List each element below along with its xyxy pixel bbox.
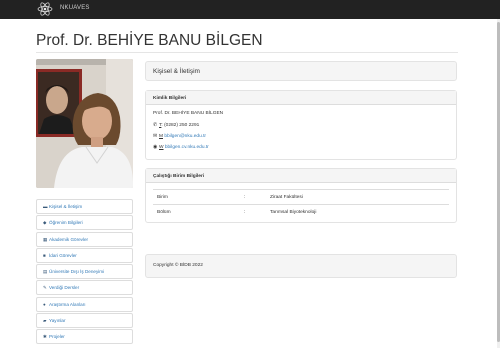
profile-photo [36,59,133,188]
web-line: ◉ W bbilgen.cv.nku.edu.tr [153,144,209,150]
web-link[interactable]: bbilgen.cv.nku.edu.tr [165,145,209,150]
row-value: Tarımsal Biyoteknoloji [270,209,317,215]
sidebar-item-label: İdari Görevler [49,252,77,258]
kimlik-panel: Kimlik Bilgileri Prof. Dr. BEHİYE BANU B… [145,90,457,160]
page-title: Prof. Dr. BEHİYE BANU BİLGEN [36,32,263,49]
birim-heading: Çalıştığı Birim Bilgileri [146,169,456,183]
sidebar-item-idari[interactable]: ■ İdari Görevler [36,247,133,263]
email-line: ✉ M bbilgen@nku.edu.tr [153,133,206,139]
users-icon: ● [43,301,46,307]
row-label: Bölüm [157,209,171,215]
sidebar-item-label: Akademik Görevler [49,236,89,242]
sidebar-item-projeler[interactable]: ✱ Projeler [36,329,133,345]
sidebar-item-label: Araştırma Alanları [49,301,86,307]
bank-icon: ▤ [43,269,48,275]
phone-number: : (0282) 250 2291 [161,123,200,128]
row-colon: : [244,209,246,215]
row-value: Ziraat Fakültesi [270,194,303,200]
birim-panel: Çalıştığı Birim Bilgileri Birim : Ziraat… [145,168,457,223]
footer-copyright: Copyright © BİDB 2022 [145,254,457,278]
top-navbar: NKUAVES [0,0,500,19]
phone-line: ✆ T: (0282) 250 2291 [153,122,199,128]
pencil-icon: ✎ [43,285,47,291]
sidebar-item-dersler[interactable]: ✎ Verdiği Dersler [36,280,133,296]
university-icon: ▬ [43,204,48,209]
briefcase-icon: ■ [43,252,46,258]
full-name: Prof. Dr. BEHİYE BANU BİLGEN [153,111,224,116]
sidebar-item-label: Kişisel & İletişim [49,204,83,209]
sidebar-item-label: Öğrenim Bilgileri [49,220,83,226]
row-label: Birim [157,194,168,200]
title-divider [36,52,458,53]
sidebar-item-kisisel[interactable]: ▬ Kişisel & İletişim [36,199,133,214]
kimlik-heading: Kimlik Bilgileri [146,91,456,105]
graduation-cap-icon: ◆ [43,220,47,226]
brand-link[interactable]: NKUAVES [60,5,90,11]
section-title: Kişisel & İletişim [145,61,457,81]
sidebar-item-is-deneyimi[interactable]: ▤ Üniversite Dışı İş Deneyimi [36,264,133,280]
sidebar-item-yayinlar[interactable]: ▰ Yayınlar [36,313,133,329]
table-row: Birim : Ziraat Fakültesi [153,190,449,204]
table-row: Bölüm : Tarımsal Biyoteknoloji [153,205,449,219]
book-icon: ▰ [43,318,47,324]
sidebar-item-arastirma[interactable]: ● Araştırma Alanları [36,296,133,312]
email-prefix: M [159,134,163,139]
sidebar-nav: ▬ Kişisel & İletişim ◆ Öğrenim Bilgileri ▦… [36,199,133,346]
sidebar-item-label: Üniversite Dışı İş Deneyimi [49,269,105,275]
sidebar-item-ogrenim[interactable]: ◆ Öğrenim Bilgileri [36,215,133,231]
calendar-icon: ▦ [43,236,48,242]
atom-icon[interactable] [37,1,53,17]
sidebar-item-akademik[interactable]: ▦ Akademik Görevler [36,231,133,247]
sidebar-item-label: Projeler [49,334,65,340]
sidebar-item-label: Yayınlar [49,318,66,324]
web-prefix: W [159,145,164,150]
email-link[interactable]: bbilgen@nku.edu.tr [164,134,206,139]
cogs-icon: ✱ [43,334,47,340]
sidebar-item-label: Verdiği Dersler [49,285,80,291]
row-colon: : [244,194,246,200]
